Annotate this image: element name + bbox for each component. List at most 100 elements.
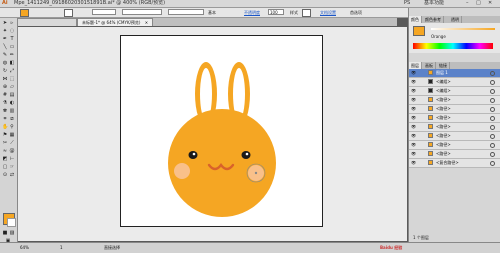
eraser-icon[interactable]: ◧: [9, 60, 15, 66]
chart-icon[interactable]: ▦: [9, 132, 15, 138]
perspective-icon[interactable]: ▱: [9, 84, 15, 90]
gradient-mode-icon[interactable]: ▨: [9, 230, 15, 236]
preferences-button[interactable]: 首选项: [350, 9, 362, 16]
color-slider[interactable]: [431, 28, 495, 30]
type-icon[interactable]: T: [9, 36, 15, 42]
eye-icon[interactable]: 👁: [411, 142, 416, 147]
variable-width-dropdown[interactable]: [122, 9, 162, 15]
target-icon[interactable]: [490, 89, 495, 94]
selection-anchor[interactable]: [254, 171, 258, 175]
target-icon[interactable]: [490, 80, 495, 85]
eye-icon[interactable]: 👁: [411, 151, 416, 156]
blend-icon[interactable]: ◐: [9, 100, 15, 106]
layer-row[interactable]: 👁 <编组>: [409, 87, 500, 96]
direct-selection-icon[interactable]: ▹: [9, 20, 15, 26]
layer-row[interactable]: 👁 <路径>: [409, 150, 500, 159]
blob-brush-icon[interactable]: ◍: [2, 60, 8, 66]
left-eye[interactable]: [188, 151, 198, 159]
free-transform-icon[interactable]: ⬚: [9, 76, 15, 82]
zoom-tool-icon[interactable]: ⊙: [2, 172, 8, 178]
close-icon[interactable]: ✕: [488, 0, 492, 7]
target-icon[interactable]: [490, 161, 495, 166]
target-icon[interactable]: [490, 125, 495, 130]
warp-icon[interactable]: ≈: [2, 148, 8, 154]
eye-icon[interactable]: 👁: [411, 88, 416, 93]
zoom-icon[interactable]: ⚲: [9, 124, 15, 130]
right-eye[interactable]: [241, 151, 251, 159]
color-spectrum[interactable]: [413, 43, 493, 49]
artboard-icon[interactable]: ⌗: [2, 116, 8, 122]
symbol-sprayer-icon[interactable]: ✾: [2, 108, 8, 114]
target-icon[interactable]: [490, 107, 495, 112]
stroke-weight-dropdown[interactable]: [92, 9, 116, 15]
twirl-icon[interactable]: @: [9, 148, 15, 154]
hand-tool-icon[interactable]: ☞: [9, 164, 15, 170]
opacity-input[interactable]: 100: [268, 9, 284, 15]
column-graph-icon[interactable]: ▥: [9, 108, 15, 114]
width-icon[interactable]: ⋈: [2, 76, 8, 82]
line-icon[interactable]: ╲: [2, 44, 8, 50]
magic-wand-icon[interactable]: ✦: [2, 28, 8, 34]
scale-icon[interactable]: ⤢: [9, 68, 15, 74]
eye-icon[interactable]: 👁: [411, 70, 416, 75]
maximize-icon[interactable]: □: [476, 0, 481, 7]
pencil-icon[interactable]: ✏: [9, 52, 15, 58]
layer-row[interactable]: 👁 <路径>: [409, 132, 500, 141]
opacity-label[interactable]: 不透明度: [244, 9, 260, 16]
style-swatch[interactable]: [302, 9, 311, 17]
target-icon[interactable]: [490, 143, 495, 148]
bunny-face[interactable]: [168, 109, 276, 217]
measure-icon[interactable]: ⊢: [9, 156, 15, 162]
left-cheek[interactable]: [174, 163, 190, 179]
eye-icon[interactable]: 👁: [411, 106, 416, 111]
eye-icon[interactable]: 👁: [411, 79, 416, 84]
color-mode-icon[interactable]: ■: [2, 230, 8, 236]
eye-icon[interactable]: 👁: [411, 124, 416, 129]
eye-icon[interactable]: 👁: [411, 133, 416, 138]
target-icon[interactable]: [490, 116, 495, 121]
tab-artboards[interactable]: 画板: [423, 62, 436, 69]
fill-swatch[interactable]: [20, 9, 29, 17]
tab-close-icon[interactable]: ✕: [145, 20, 148, 25]
layer-row[interactable]: 👁 <复合路径>: [409, 159, 500, 168]
slice-icon[interactable]: ⧄: [9, 116, 15, 122]
tab-links[interactable]: 链接: [437, 62, 450, 69]
pen-icon[interactable]: ✒: [2, 36, 8, 42]
color-fill-swatch[interactable]: [413, 26, 425, 36]
target-icon[interactable]: [490, 152, 495, 157]
canvas-area[interactable]: [18, 27, 407, 241]
layer-row[interactable]: 👁 <路径>: [409, 114, 500, 123]
artboard[interactable]: [120, 35, 323, 227]
layer-row[interactable]: 👁 <路径>: [409, 105, 500, 114]
hand-icon[interactable]: ✋: [2, 124, 8, 130]
layer-row[interactable]: 👁 <路径>: [409, 123, 500, 132]
scissors-icon[interactable]: ✂: [2, 140, 8, 146]
tab-color-guide[interactable]: 颜色参考: [423, 16, 444, 23]
lasso-icon[interactable]: ◌: [9, 28, 15, 34]
tab-transparency[interactable]: 透明: [449, 16, 462, 23]
live-paint-icon[interactable]: ◩: [2, 156, 8, 162]
layer-row[interactable]: 👁 图层 1: [409, 69, 500, 78]
essentials-label[interactable]: 基本功能: [424, 0, 444, 7]
target-icon[interactable]: [490, 98, 495, 103]
eye-icon[interactable]: 👁: [411, 115, 416, 120]
paintbrush-icon[interactable]: ✎: [2, 52, 8, 58]
minimize-icon[interactable]: –: [466, 0, 469, 7]
eye-icon[interactable]: 👁: [411, 160, 416, 165]
tab-document[interactable]: 未标题-1* @ 64% (CMYK/预览) ✕: [77, 18, 154, 26]
shape-builder-icon[interactable]: ⊕: [2, 84, 8, 90]
stroke-swatch[interactable]: [64, 9, 73, 17]
eye-icon[interactable]: 👁: [411, 97, 416, 102]
selection-icon[interactable]: ➤: [2, 20, 8, 26]
knife-icon[interactable]: ⟋: [9, 140, 15, 146]
eyedropper-icon[interactable]: ⚗: [2, 100, 8, 106]
symbol-icon[interactable]: ⚑: [2, 132, 8, 138]
print-tiling-icon[interactable]: ▢: [2, 164, 8, 170]
tab-layers[interactable]: 图层: [409, 62, 422, 69]
document-setup-button[interactable]: 文档设置: [320, 9, 336, 16]
tab-file-previous[interactable]: [17, 18, 77, 26]
rotate-icon[interactable]: ↻: [2, 68, 8, 74]
ps-label[interactable]: PS: [404, 0, 410, 7]
layer-row[interactable]: 👁 <编组>: [409, 78, 500, 87]
rectangle-icon[interactable]: ▭: [9, 44, 15, 50]
